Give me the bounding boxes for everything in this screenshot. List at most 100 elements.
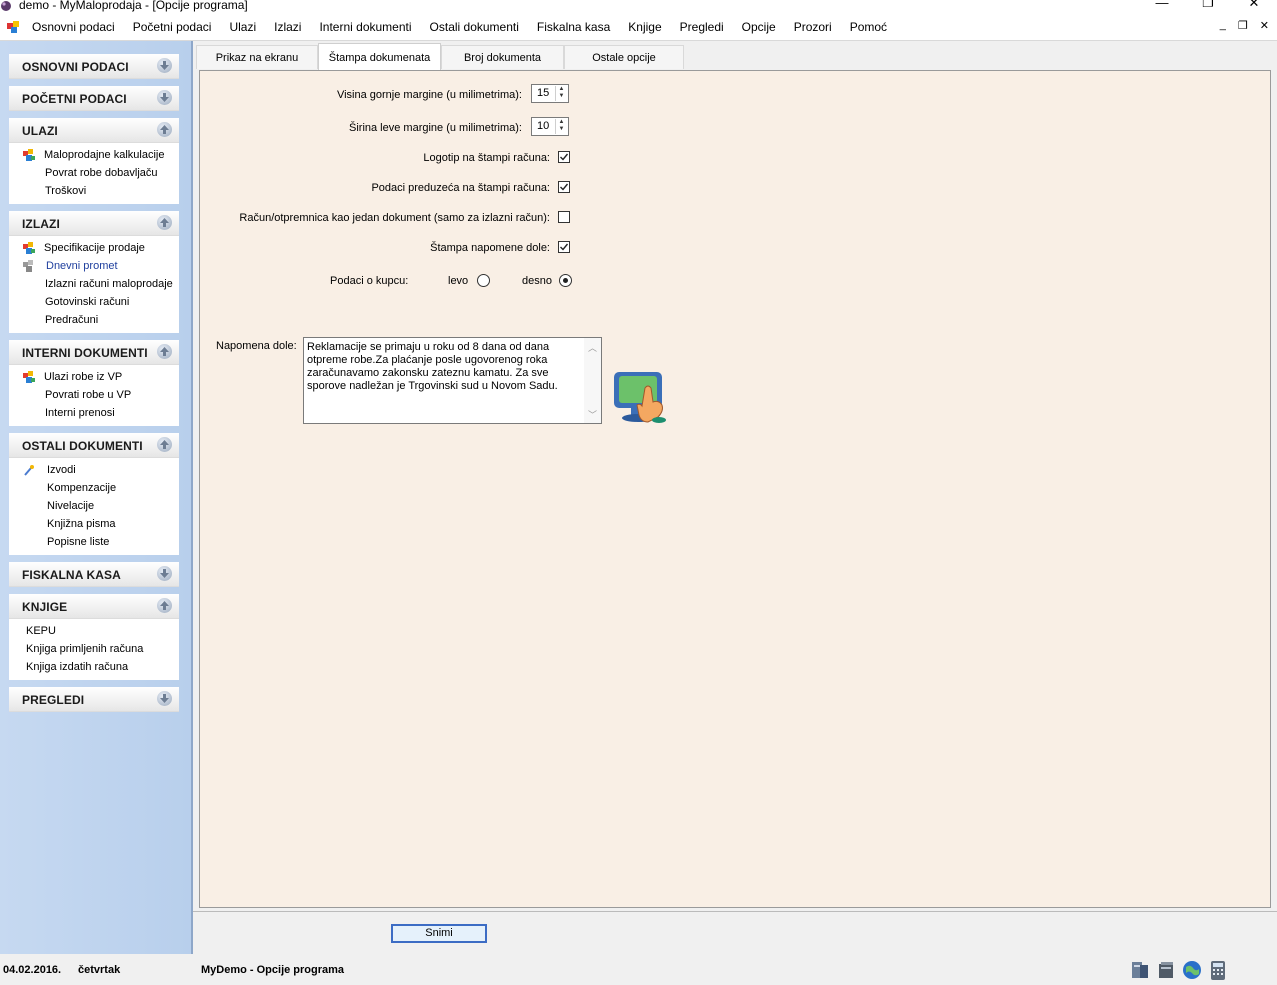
collapse-up-icon[interactable] (157, 598, 172, 613)
company-data-label: Podaci preduzeća na štampi računa: (371, 182, 550, 194)
save-button[interactable]: Snimi (391, 924, 487, 943)
sidebar-group-header[interactable]: KNJIGE (9, 594, 179, 619)
menu-item[interactable]: Knjige (619, 20, 670, 34)
computer-touch-icon[interactable] (611, 368, 671, 424)
window-title: demo - MyMaloprodaja - [Opcije programa] (19, 0, 248, 12)
sidebar-group-label: INTERNI DOKUMENTI (22, 346, 148, 360)
logo-checkbox[interactable] (558, 151, 570, 163)
scroll-up-icon[interactable]: ︿ (588, 341, 597, 354)
sidebar-group-header[interactable]: IZLAZI (9, 211, 179, 236)
left-margin-stepper[interactable]: 10 ▲ ▼ (531, 117, 569, 136)
buyer-right-radio[interactable] (559, 274, 572, 287)
close-button[interactable]: ✕ (1231, 0, 1277, 14)
mdi-close-button[interactable]: ✕ (1260, 19, 1269, 32)
single-document-checkbox[interactable] (558, 211, 570, 223)
note-textarea[interactable]: Reklamacije se primaju u roku od 8 dana … (303, 337, 602, 424)
company-data-checkbox[interactable] (558, 181, 570, 193)
sidebar-item[interactable]: Ulazi robe iz VP (9, 368, 179, 386)
spin-down-icon[interactable]: ▼ (556, 93, 567, 100)
sidebar-item[interactable]: Maloprodajne kalkulacije (9, 146, 179, 164)
sidebar-group-header[interactable]: OSTALI DOKUMENTI (9, 433, 179, 458)
menu-item[interactable]: Fiskalna kasa (528, 20, 619, 34)
server-icon[interactable] (1155, 959, 1177, 981)
sidebar-item-label: Izvodi (47, 464, 76, 476)
top-margin-stepper[interactable]: 15 ▲ ▼ (531, 84, 569, 103)
sidebar-group-header[interactable]: OSNOVNI PODACI (9, 54, 179, 79)
menu-item[interactable]: Početni podaci (124, 20, 221, 34)
sidebar-group-header[interactable]: PREGLEDI (9, 687, 179, 712)
sidebar-item[interactable]: Specifikacije prodaje (9, 239, 179, 257)
note-scrollbar[interactable]: ︿ ﹀ (584, 338, 601, 423)
document-colors-icon (23, 371, 35, 383)
expand-down-icon[interactable] (157, 691, 172, 706)
menu-item[interactable]: Opcije (733, 20, 785, 34)
collapse-up-icon[interactable] (157, 437, 172, 452)
menu-item[interactable]: Pregledi (671, 20, 733, 34)
wand-icon (23, 464, 35, 476)
menu-item[interactable]: Ulazi (220, 20, 265, 34)
sidebar-item[interactable]: Predračuni (9, 311, 179, 329)
sidebar-item[interactable]: Izvodi (9, 461, 179, 479)
sidebar-item[interactable]: Povrat robe dobavljaču (9, 164, 179, 182)
tab-1[interactable]: Štampa dokumenata (318, 43, 441, 71)
note-print-checkbox[interactable] (558, 241, 570, 253)
options-window: Prikaz na ekranu Štampa dokumenata Broj do… (193, 41, 1277, 911)
expand-down-icon[interactable] (157, 90, 172, 105)
menu-item[interactable]: Osnovni podaci (23, 20, 124, 34)
sidebar-item[interactable]: Interni prenosi (9, 404, 179, 422)
sidebar-item[interactable]: Popisne liste (9, 533, 179, 551)
sidebar-item[interactable]: Povrati robe u VP (9, 386, 179, 404)
menu-item[interactable]: Pomoć (841, 20, 896, 34)
menu-item[interactable]: Ostali dokumenti (421, 20, 528, 34)
sidebar-item-label: Povrat robe dobavljaču (45, 167, 158, 179)
menu-item[interactable]: Interni dokumenti (310, 20, 420, 34)
sidebar-item[interactable]: Knjiga izdatih računa (9, 658, 179, 676)
globe-icon[interactable] (1181, 959, 1203, 981)
expand-down-icon[interactable] (157, 566, 172, 581)
sidebar-group-header[interactable]: ULAZI (9, 118, 179, 143)
sidebar-group-header[interactable]: POČETNI PODACI (9, 86, 179, 111)
minimize-button[interactable]: — (1139, 0, 1185, 14)
app-icon (1, 1, 11, 11)
sidebar-item[interactable]: Knjiga primljenih računa (9, 640, 179, 658)
mdi-minimize-button[interactable]: _ (1220, 19, 1226, 32)
sidebar-item[interactable]: Troškovi (9, 182, 179, 200)
menu-item[interactable]: Prozori (785, 20, 841, 34)
sidebar-item[interactable]: Izlazni računi maloprodaje (9, 275, 179, 293)
sidebar-item-label: Nivelacije (47, 500, 95, 512)
calculator-icon[interactable] (1207, 959, 1229, 981)
tab-3[interactable]: Ostale opcije (564, 45, 684, 69)
spin-up-icon[interactable]: ▲ (556, 86, 567, 93)
form-icon[interactable] (6, 20, 20, 34)
collapse-up-icon[interactable] (157, 215, 172, 230)
tab-2[interactable]: Broj dokumenta (441, 45, 564, 69)
collapse-up-icon[interactable] (157, 344, 172, 359)
sidebar-item[interactable]: Knjižna pisma (9, 515, 179, 533)
sidebar-item[interactable]: Nivelacije (9, 497, 179, 515)
sidebar-item[interactable]: Kompenzacije (9, 479, 179, 497)
spin-up-icon[interactable]: ▲ (556, 119, 567, 126)
collapse-up-icon[interactable] (157, 122, 172, 137)
left-margin-value[interactable]: 10 (537, 120, 549, 132)
database-icon[interactable] (1129, 959, 1151, 981)
sidebar-item-label: Izlazni računi maloprodaje (45, 278, 173, 290)
sidebar-item[interactable]: Gotovinski računi (9, 293, 179, 311)
restore-button[interactable]: ❐ (1185, 0, 1231, 14)
mdi-restore-button[interactable]: ❐ (1238, 19, 1248, 32)
sidebar-group-header[interactable]: INTERNI DOKUMENTI (9, 340, 179, 365)
top-margin-value[interactable]: 15 (537, 87, 549, 99)
sidebar-item[interactable]: KEPU (9, 622, 179, 640)
sidebar-group-header[interactable]: FISKALNA KASA (9, 562, 179, 587)
spin-down-icon[interactable]: ▼ (556, 126, 567, 133)
note-text[interactable]: Reklamacije se primaju u roku od 8 dana … (307, 341, 583, 393)
status-tray (1129, 959, 1229, 981)
menu-item[interactable]: Izlazi (265, 20, 310, 34)
sidebar-item-label: Povrati robe u VP (45, 389, 132, 401)
sidebar-group: OSNOVNI PODACI (9, 54, 179, 79)
scroll-down-icon[interactable]: ﹀ (588, 408, 597, 421)
sidebar-item[interactable]: Dnevni promet (9, 257, 179, 275)
expand-down-icon[interactable] (157, 58, 172, 73)
tab-0[interactable]: Prikaz na ekranu (196, 45, 318, 69)
sidebar-item-label: Popisne liste (47, 536, 110, 548)
buyer-left-radio[interactable] (477, 274, 490, 287)
